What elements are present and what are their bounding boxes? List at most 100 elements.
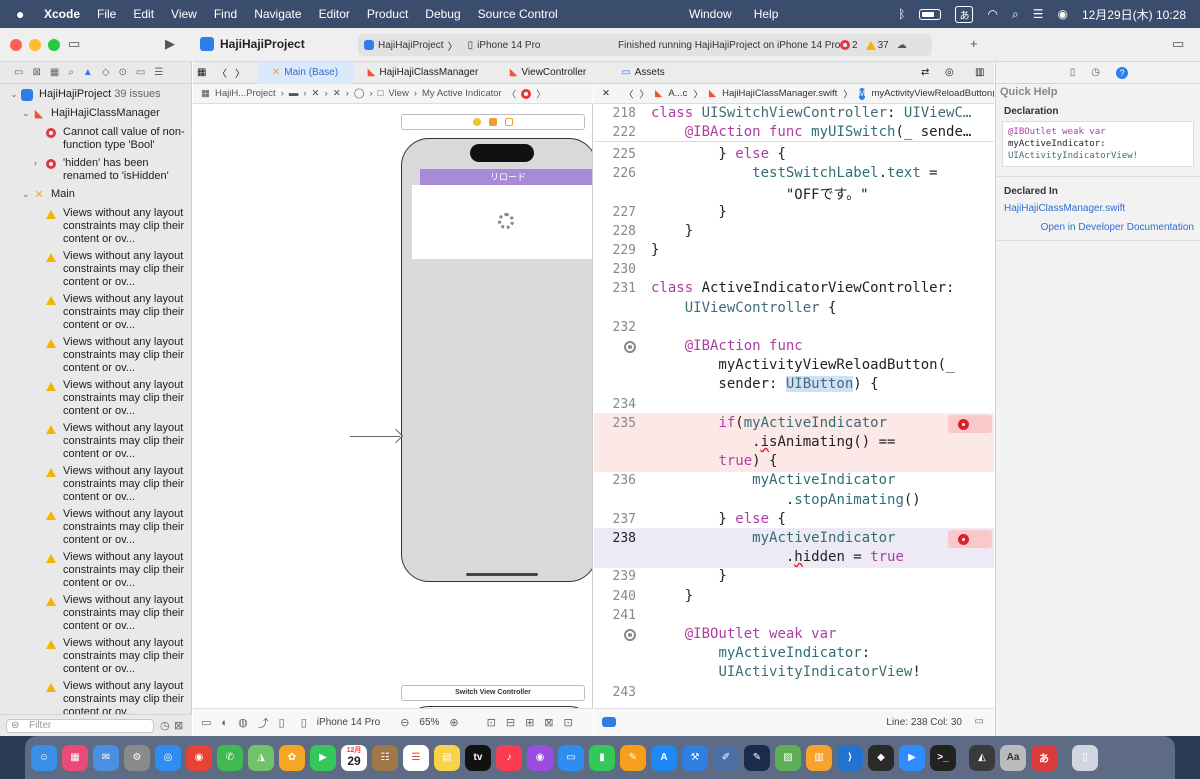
battery-icon[interactable] (919, 8, 942, 20)
control-center-icon[interactable]: ☰ (1033, 7, 1044, 21)
quick-help-icon[interactable]: ? (1116, 66, 1128, 79)
add-constraints-icon[interactable]: ⊞ (525, 716, 534, 729)
breakpoint-icon[interactable]: ▭ (136, 67, 145, 78)
phone-icon[interactable]: ▯ (301, 716, 307, 729)
jump-view[interactable]: View (388, 88, 408, 99)
forward-icon[interactable]: 〉 (639, 87, 649, 101)
forward-icon[interactable]: 〉 (231, 62, 249, 84)
filter-input[interactable]: ⊜ Filter (6, 719, 154, 733)
file-group-row[interactable]: ⌄ ◣ HajiHajiClassManager (0, 107, 191, 121)
switch-scene-title[interactable]: Switch View Controller (401, 685, 585, 701)
spotlight-icon[interactable]: ⌕ (1012, 7, 1019, 22)
podcasts-icon[interactable]: ◉ (527, 744, 553, 771)
developer-documentation-link[interactable]: Open in Developer Documentation (1041, 222, 1194, 233)
recent-filter-icon[interactable]: ◷ (160, 719, 170, 732)
scheme-selector[interactable]: HajiHajiProject 〉 (364, 38, 458, 53)
app-store-icon[interactable]: A (651, 744, 677, 771)
warning-row[interactable]: Views without any layout constraints may… (0, 637, 191, 676)
activity-indicator-icon[interactable] (498, 213, 514, 229)
close-window-button[interactable] (10, 39, 22, 51)
facetime-icon[interactable]: ▶ (310, 744, 336, 771)
contacts-icon[interactable]: ☷ (372, 744, 398, 771)
warning-row[interactable]: Views without any layout constraints may… (0, 594, 191, 633)
declared-in-file-link[interactable]: HajiHajiClassManager.swift (1004, 203, 1125, 214)
xcode-icon[interactable]: ⚒ (682, 744, 708, 771)
menu-debug[interactable]: Debug (425, 7, 460, 21)
jump-project[interactable]: HajiH...Project (215, 88, 276, 99)
warning-row[interactable]: Views without any layout constraints may… (0, 293, 191, 332)
warning-row[interactable]: Views without any layout constraints may… (0, 250, 191, 289)
view-controller-icon[interactable] (473, 118, 481, 126)
issue-filter-icon[interactable]: ⊠ (174, 719, 183, 732)
project-row[interactable]: ⌄ HajiHajiProject 39 issues (0, 88, 191, 102)
jump-item[interactable]: My Active Indicator (422, 88, 502, 99)
warning-row[interactable]: Views without any layout constraints may… (0, 422, 191, 461)
tab-view-controller[interactable]: ◣ ViewController (493, 62, 603, 84)
entry-point-arrow[interactable] (350, 436, 400, 437)
traits-icon[interactable]: ▯ (279, 716, 285, 729)
apple-tv-icon[interactable]: tv (465, 744, 491, 771)
appearance-icon[interactable]: ◐ (221, 717, 228, 729)
menu-help[interactable]: Help (754, 7, 779, 21)
instruments-icon[interactable]: ✐ (713, 744, 739, 771)
swap-icon[interactable]: ⇄ (921, 62, 929, 84)
debug-area-toggle-icon[interactable] (602, 717, 616, 727)
warning-row[interactable]: Views without any layout constraints may… (0, 336, 191, 375)
warning-row[interactable]: Views without any layout constraints may… (0, 207, 191, 246)
forward-icon[interactable]: 〉 (536, 87, 546, 101)
pages-icon[interactable]: ✎ (620, 744, 646, 771)
menu-editor[interactable]: Editor (319, 7, 350, 21)
device-selector[interactable]: ▯ iPhone 14 Pro (468, 40, 541, 51)
music-icon[interactable]: ♪ (496, 744, 522, 771)
menu-product[interactable]: Product (367, 7, 408, 21)
minimap-icon[interactable]: ▭ (975, 716, 984, 727)
zoom-out-icon[interactable]: ⊖ (400, 716, 409, 729)
minimize-window-button[interactable] (29, 39, 41, 51)
dictionary-icon[interactable]: Aa (1000, 744, 1026, 771)
back-icon[interactable]: 〈 (213, 62, 231, 84)
folder-icon[interactable]: ▭ (14, 67, 23, 78)
menu-app[interactable]: Xcode (44, 7, 80, 21)
error-badge[interactable] (948, 414, 992, 433)
add-icon[interactable]: + (970, 36, 978, 51)
warning-row[interactable]: Views without any layout constraints may… (0, 551, 191, 590)
test-icon[interactable]: ◇ (102, 67, 110, 78)
storyboard-canvas[interactable]: リロード Switch View Controller (193, 104, 593, 708)
issue-counts[interactable]: 2 37 ☁ (840, 40, 907, 51)
exit-icon[interactable] (505, 118, 513, 126)
related-icon[interactable]: ◎ (945, 62, 954, 84)
messages-icon[interactable]: ✆ (217, 744, 243, 771)
mail-icon[interactable]: ✉ (93, 744, 119, 771)
iphone-scene-frame[interactable]: リロード (401, 138, 592, 582)
safari-icon[interactable]: ◎ (155, 744, 181, 771)
back-icon[interactable]: 〈 (507, 87, 517, 101)
chevron-down-icon[interactable]: ⌄ (10, 88, 20, 101)
resolve-issues-icon[interactable]: ⊠ (544, 716, 553, 729)
reload-button[interactable]: リロード (420, 169, 592, 185)
document-outline-icon[interactable]: ▭ (201, 716, 211, 729)
error-row[interactable]: Cannot call value of non-function type '… (0, 126, 191, 152)
siri-icon[interactable]: ◉ (1057, 7, 1067, 21)
simulator-icon[interactable]: ✎ (744, 744, 770, 771)
connection-indicator-icon[interactable] (624, 341, 636, 353)
indicator-container-view[interactable] (412, 185, 592, 259)
symbol-icon[interactable]: ▦ (50, 67, 59, 78)
menu-file[interactable]: File (97, 7, 116, 21)
split-editor-icon[interactable]: ▥ (975, 62, 984, 84)
scene-dock[interactable] (401, 114, 585, 130)
tab-class-manager[interactable]: ◣ HajiHajiClassManager (353, 62, 493, 84)
launchpad-icon[interactable]: ▦ (62, 744, 88, 771)
kana-input-icon[interactable]: あ (1031, 744, 1057, 771)
reminders-icon[interactable]: ☰ (403, 744, 429, 771)
file-group-row[interactable]: ⌄ ✕ Main (0, 188, 191, 202)
books-icon[interactable]: ▥ (806, 744, 832, 771)
zoom-in-icon[interactable]: ⊕ (449, 716, 458, 729)
grid-icon[interactable]: ▦ (193, 62, 213, 84)
connection-indicator-icon[interactable] (624, 629, 636, 641)
text-edit-icon[interactable]: ▨ (775, 744, 801, 771)
toggle-navigator-icon[interactable]: ▭ (68, 36, 80, 52)
source-editor[interactable]: 218 class UISwitchViewController: UIViewC… (594, 104, 994, 708)
input-mode-indicator[interactable]: あ (955, 5, 974, 23)
first-responder-icon[interactable] (489, 118, 497, 126)
toggle-inspector-icon[interactable]: ▭ (1172, 36, 1184, 52)
